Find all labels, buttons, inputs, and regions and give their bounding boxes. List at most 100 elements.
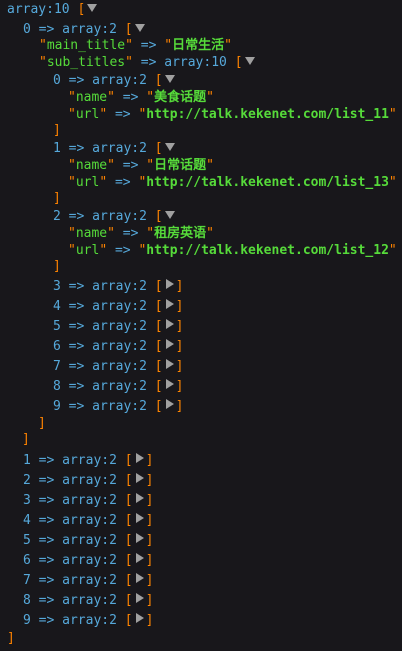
expand-toggle-icon[interactable]	[134, 492, 145, 505]
bracket: [	[154, 279, 163, 294]
array-index: 1	[53, 141, 61, 156]
collapsed-sub-item[interactable]: 8 => array:2 []	[53, 377, 402, 397]
expand-toggle-icon[interactable]	[134, 532, 145, 545]
array-index: 3	[23, 493, 31, 508]
collapsed-entry[interactable]: 4 => array:2 []	[23, 511, 402, 531]
arrow-operator: =>	[68, 319, 85, 334]
arrow-operator: =>	[140, 38, 157, 53]
array-index: 4	[53, 299, 61, 314]
array-type: array:2	[92, 359, 147, 374]
entry-0-close: ]	[22, 430, 402, 450]
collapse-toggle-icon[interactable]	[244, 54, 255, 67]
array-index: 0	[23, 22, 31, 37]
array-type: array:2	[62, 593, 117, 608]
collapsed-sub-item[interactable]: 4 => array:2 []	[53, 297, 402, 317]
arrow-operator: =>	[122, 158, 139, 173]
quote-mark: "	[125, 55, 133, 70]
expand-toggle-icon[interactable]	[134, 472, 145, 485]
arrow-operator: =>	[68, 299, 85, 314]
bracket: [	[154, 299, 163, 314]
bracket: ]	[175, 299, 184, 314]
collapsed-entry[interactable]: 1 => array:2 []	[23, 451, 402, 471]
collapsed-sub-item[interactable]: 3 => array:2 []	[53, 277, 402, 297]
collapsed-entry[interactable]: 3 => array:2 []	[23, 491, 402, 511]
bracket: [	[154, 141, 163, 156]
quote-mark: "	[68, 175, 76, 190]
expand-toggle-icon[interactable]	[134, 552, 145, 565]
sub-item-1-close: ]	[53, 189, 402, 209]
bracket: [	[124, 473, 133, 488]
arrow-operator: =>	[38, 533, 55, 548]
arrow-operator: =>	[68, 399, 85, 414]
array-index: 2	[23, 473, 31, 488]
arrow-operator: =>	[68, 379, 85, 394]
array-index: 4	[23, 513, 31, 528]
collapsed-entry[interactable]: 6 => array:2 []	[23, 551, 402, 571]
array-key: name	[75, 90, 108, 105]
var-dump-viewer: array:10 [ 0 => array:2 [ "main_title" =…	[0, 0, 402, 651]
collapsed-entry[interactable]: 5 => array:2 []	[23, 531, 402, 551]
collapsed-entry[interactable]: 2 => array:2 []	[23, 471, 402, 491]
bracket: ]	[175, 379, 184, 394]
arrow-operator: =>	[38, 493, 55, 508]
array-index: 6	[23, 553, 31, 568]
expand-toggle-icon[interactable]	[164, 378, 175, 391]
bracket: [	[154, 73, 163, 88]
arrow-operator: =>	[38, 513, 55, 528]
collapsed-sub-item[interactable]: 6 => array:2 []	[53, 337, 402, 357]
array-key: main_title	[46, 38, 126, 53]
expand-toggle-icon[interactable]	[164, 338, 175, 351]
quote-mark: "	[164, 38, 173, 53]
expand-toggle-icon[interactable]	[164, 278, 175, 291]
expand-toggle-icon[interactable]	[164, 318, 175, 331]
expand-toggle-icon[interactable]	[164, 298, 175, 311]
quote-mark: "	[68, 243, 76, 258]
array-type: array:2	[92, 209, 147, 224]
array-key: url	[75, 243, 100, 258]
bracket: [	[154, 379, 163, 394]
expand-toggle-icon[interactable]	[134, 592, 145, 605]
expand-toggle-icon[interactable]	[134, 452, 145, 465]
arrow-operator: =>	[68, 339, 85, 354]
arrow-operator: =>	[114, 175, 131, 190]
quote-mark: "	[206, 226, 214, 241]
arrow-operator: =>	[68, 73, 85, 88]
bracket: ]	[175, 399, 184, 414]
collapse-toggle-icon[interactable]	[164, 208, 175, 221]
string-value: http://talk.kekenet.com/list_13	[146, 175, 389, 190]
quote-mark: "	[388, 107, 397, 122]
expand-toggle-icon[interactable]	[134, 572, 145, 585]
bracket: ]	[145, 533, 154, 548]
array-key: name	[75, 158, 108, 173]
bracket: ]	[53, 191, 61, 206]
collapsed-entry[interactable]: 8 => array:2 []	[23, 591, 402, 611]
expand-toggle-icon[interactable]	[134, 612, 145, 625]
quote-mark: "	[68, 226, 76, 241]
collapse-toggle-icon[interactable]	[164, 72, 175, 85]
root-line: array:10 [	[7, 0, 402, 20]
collapse-toggle-icon[interactable]	[134, 21, 145, 34]
arrow-operator: =>	[114, 243, 131, 258]
collapse-toggle-icon[interactable]	[86, 1, 98, 14]
collapsed-entry[interactable]: 7 => array:2 []	[23, 571, 402, 591]
collapsed-entry[interactable]: 9 => array:2 []	[23, 611, 402, 631]
expand-toggle-icon[interactable]	[134, 512, 145, 525]
array-type: array:2	[62, 553, 117, 568]
quote-mark: "	[146, 226, 155, 241]
arrow-operator: =>	[38, 453, 55, 468]
bracket: ]	[7, 631, 15, 646]
expand-toggle-icon[interactable]	[164, 358, 175, 371]
bracket: [	[154, 319, 163, 334]
collapsed-sub-item[interactable]: 5 => array:2 []	[53, 317, 402, 337]
bracket: [	[124, 513, 133, 528]
string-value: 租房英语	[154, 226, 207, 241]
quote-mark: "	[39, 38, 47, 53]
array-type: array:2	[62, 493, 117, 508]
arrow-operator: =>	[68, 209, 85, 224]
collapsed-sub-item[interactable]: 7 => array:2 []	[53, 357, 402, 377]
collapse-toggle-icon[interactable]	[164, 140, 175, 153]
array-index: 3	[53, 279, 61, 294]
bracket: ]	[145, 513, 154, 528]
array-type: array:2	[62, 513, 117, 528]
expand-toggle-icon[interactable]	[164, 398, 175, 411]
